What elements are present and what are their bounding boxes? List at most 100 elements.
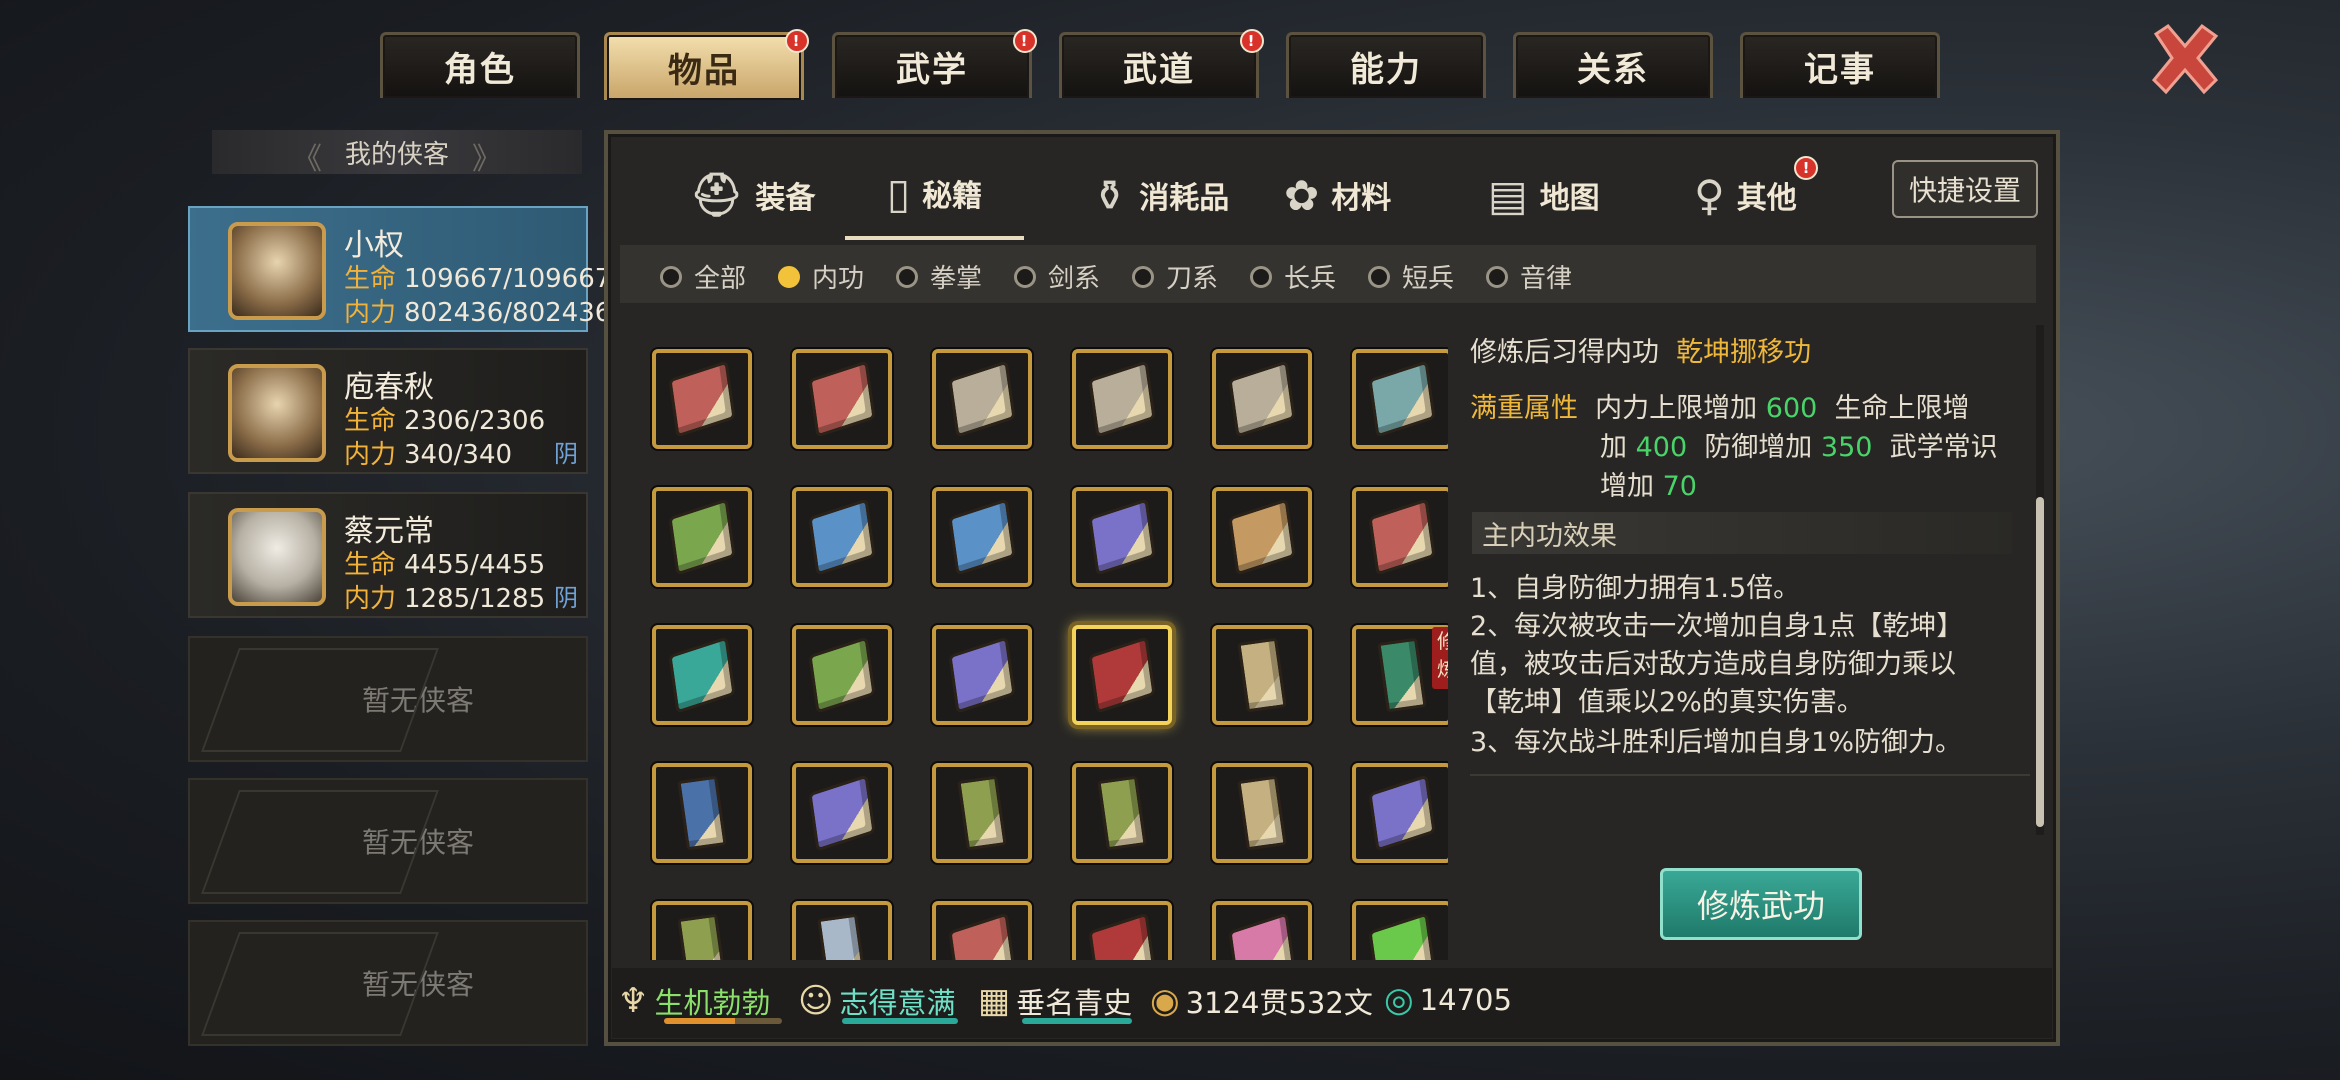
manual-item-slot[interactable] [1212,625,1312,725]
filter-blade[interactable]: 刀系 [1132,258,1218,295]
manual-item-slot[interactable] [1352,349,1448,449]
manual-item-slot[interactable] [1072,349,1172,449]
martial-manual-icon [1368,774,1436,852]
quick-settings-button[interactable]: 快捷设置 [1892,160,2038,218]
tab-martial-arts[interactable]: 武学! [832,29,1037,98]
manual-item-slot[interactable] [652,625,752,725]
divider [1470,774,2030,776]
filter-music[interactable]: 音律 [1486,258,1572,295]
scroll-plaque-icon: ▦ [978,981,1011,1021]
category-manuals[interactable]: ▯ 秘籍 [845,150,1025,240]
martial-manual-icon [1097,775,1147,851]
martial-manual-icon [677,775,727,851]
category-equipment[interactable]: ⛑ 装备 [690,150,815,240]
health-status: ♆ 生机勃勃 [618,981,771,1021]
category-maps[interactable]: ▤ 地图 [1488,150,1600,240]
detail-scrollbar[interactable] [2036,325,2044,835]
manual-item-slot[interactable] [1352,901,1448,960]
manual-item-slot[interactable] [932,625,1032,725]
scrollbar-thumb[interactable] [2036,497,2044,827]
empty-hero-slot[interactable]: 暂无侠客 [188,920,588,1046]
manual-item-slot[interactable] [932,349,1032,449]
manual-item-slot[interactable] [1072,487,1172,587]
attr-line-3: 增加 70 [1600,471,1697,502]
hero-card-caiyuanchang[interactable]: 蔡元常 生命 4455/4455 内力 1285/1285 阴 [188,492,588,618]
tab-character[interactable]: 角色 [380,32,580,98]
manual-item-slot[interactable] [1212,487,1312,587]
martial-manual-icon [948,498,1016,576]
tab-martial-way[interactable]: 武道! [1059,29,1264,98]
hero-card-xiaoquan[interactable]: 小权 生命 109667/109667 内力 802436/802436 [188,206,611,332]
filter-sword[interactable]: 剑系 [1014,258,1100,295]
attr-line-1: 满重属性 内力上限增加 600 生命上限增 [1470,393,1970,424]
radio-dot [1486,265,1508,288]
manual-item-slot[interactable] [932,901,1032,960]
martial-manual-icon [1228,498,1296,576]
ghost-silhouette-icon [201,648,439,752]
mood-status: ☺ 志得意满 [798,981,956,1021]
money-display: ◉ 3124贯532文 [1150,981,1373,1021]
manual-item-slot[interactable] [932,763,1032,863]
close-x-icon[interactable] [2146,20,2224,98]
category-other[interactable]: ♀ 其他! [1694,150,1818,240]
alert-badge: ! [1240,29,1264,53]
manual-item-slot[interactable] [1072,625,1172,725]
filter-inner-power[interactable]: 内功 [778,258,864,295]
manual-item-slot[interactable] [652,901,752,960]
manual-item-slot[interactable] [792,763,892,863]
martial-manual-icon [668,360,736,438]
double-chevron-right-icon: 》 [472,142,502,177]
effect-line: 2、每次被攻击一次增加自身1点【乾坤】 [1470,611,1964,642]
martial-manual-icon [817,913,867,960]
manual-item-slot[interactable] [792,625,892,725]
tab-abilities[interactable]: 能力 [1286,32,1486,98]
category-consumables[interactable]: ⚱ 消耗品 [1092,150,1229,240]
avatar [228,364,326,462]
practicing-tag: 修炼 [1432,627,1448,689]
manual-item-slot[interactable] [792,901,892,960]
avatar [228,222,326,320]
filter-fist-palm[interactable]: 拳掌 [896,258,982,295]
manual-item-slot[interactable] [1212,763,1312,863]
martial-manual-icon [1368,360,1436,438]
manual-item-slot[interactable] [1072,763,1172,863]
mood-bar [842,1018,958,1024]
manual-item-slot[interactable]: 修炼 [1352,625,1448,725]
radio-dot [1250,265,1272,288]
manual-item-slot[interactable] [932,487,1032,587]
yin-tag: 阴 [554,584,578,612]
manual-item-slot[interactable] [792,349,892,449]
radio-dot [896,265,918,288]
martial-manual-icon [1088,636,1156,714]
effect-header: 主内功效果 [1472,512,2012,554]
filter-short-weapon[interactable]: 短兵 [1368,258,1454,295]
empty-hero-slot[interactable]: 暂无侠客 [188,778,588,904]
hero-mp: 内力 1285/1285 [344,584,546,614]
effect-line: 值，被攻击后对敌方造成自身防御力乘以 [1470,649,1956,680]
category-materials[interactable]: ✿ 材料 [1284,150,1391,240]
tab-relations[interactable]: 关系 [1513,32,1713,98]
manual-item-slot[interactable] [652,763,752,863]
alert-badge: ! [785,29,809,53]
tab-items[interactable]: 物品! [604,29,809,100]
manual-item-slot[interactable] [652,349,752,449]
manual-item-slot[interactable] [792,487,892,587]
hero-card-paochunqiu[interactable]: 庖春秋 生命 2306/2306 内力 340/340 阴 [188,348,588,474]
martial-manual-icon [1228,912,1296,960]
jade-icon: ◎ [1384,980,1414,1020]
health-bar [664,1018,782,1024]
manual-item-slot[interactable] [1352,487,1448,587]
filter-all[interactable]: 全部 [660,258,746,295]
manual-item-slot[interactable] [1072,901,1172,960]
jade-display: ◎ 14705 [1384,980,1512,1020]
tab-journal[interactable]: 记事 [1740,32,1940,98]
manual-item-slot[interactable] [1352,763,1448,863]
empty-hero-slot[interactable]: 暂无侠客 [188,636,588,762]
manual-item-slot[interactable] [1212,901,1312,960]
manual-item-slot[interactable] [1212,349,1312,449]
filter-long-weapon[interactable]: 长兵 [1250,258,1336,295]
practice-skill-button[interactable]: 修炼武功 [1660,868,1862,940]
effect-line: 【乾坤】值乘以2%的真实伤害。 [1470,687,1864,718]
manual-item-slot[interactable] [652,487,752,587]
attr-line-2: 加 400 防御增加 350 武学常识 [1600,432,1998,463]
